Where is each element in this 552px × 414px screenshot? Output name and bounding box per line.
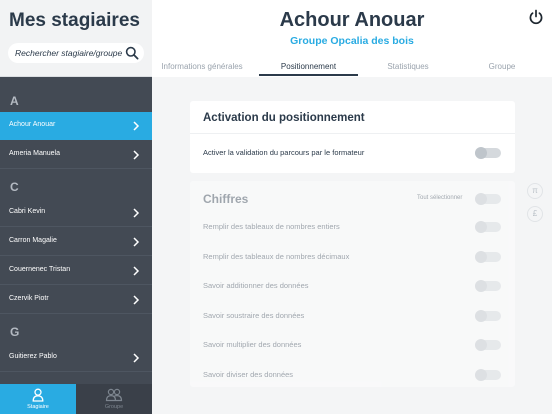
search-icon[interactable]	[125, 46, 139, 60]
section-letter-g: G	[10, 325, 20, 339]
power-icon[interactable]	[528, 9, 544, 25]
skill-label: Savoir additionner des données	[203, 281, 309, 290]
activation-card: Activation du positionnement Activer la …	[190, 101, 515, 173]
chiffres-card: Chiffres Tout sélectionner Remplir des t…	[190, 181, 515, 387]
section-letter-c: C	[10, 180, 19, 194]
list-item-trainee[interactable]: Czervik Piotr	[0, 286, 152, 314]
skill-toggle[interactable]	[475, 310, 501, 322]
list-item-trainee[interactable]: Cabri Kevin	[0, 199, 152, 227]
toggle-knob	[475, 147, 487, 159]
trainee-name: Cabri Kevin	[9, 208, 46, 215]
page-title: Achour Anouar	[279, 9, 425, 31]
trainee-name: Carron Magalie	[9, 237, 57, 244]
toggle-knob	[475, 369, 487, 381]
divider	[190, 133, 515, 134]
group-subtitle: Groupe Opcalia des bois	[290, 35, 414, 47]
activation-label: Activer la validation du parcours par le…	[203, 148, 365, 157]
trainee-name: Ameria Manuela	[9, 150, 60, 157]
section-letter-a: A	[10, 94, 19, 108]
sidebar-bottom-tabs: Stagiaire Groupe	[0, 384, 152, 414]
toggle-knob	[475, 221, 487, 233]
tab-statistiques[interactable]: Statistiques	[358, 62, 458, 76]
list-item-trainee[interactable]: Guitierez Pablo	[0, 344, 152, 372]
chevron-right-icon	[133, 208, 140, 218]
chevron-right-icon	[133, 150, 140, 160]
tab-groupe-main[interactable]: Groupe	[452, 62, 552, 76]
skill-toggle[interactable]	[475, 251, 501, 263]
chevron-right-icon	[133, 121, 140, 131]
select-all-label: Tout sélectionner	[417, 195, 463, 201]
select-all-toggle[interactable]	[475, 193, 501, 205]
sidebar: Mes stagiaires A Achour Anouar Ameria Ma…	[0, 0, 152, 414]
sidebar-header: Mes stagiaires	[0, 0, 152, 77]
person-icon	[32, 388, 44, 402]
list-item-trainee[interactable]: Ameria Manuela	[0, 141, 152, 169]
list-item-trainee[interactable]: Couernenec Tristan	[0, 257, 152, 285]
skill-label: Savoir soustraire des données	[203, 311, 305, 320]
chevron-right-icon	[133, 353, 140, 363]
skill-toggle[interactable]	[475, 221, 501, 233]
tab-informations-generales[interactable]: Informations générales	[152, 62, 252, 76]
activation-title: Activation du positionnement	[203, 112, 365, 124]
trainee-list: A Achour Anouar Ameria Manuela C Cabri K…	[0, 78, 152, 384]
search-box[interactable]	[8, 43, 144, 63]
trainee-name: Guitierez Pablo	[9, 353, 57, 360]
pi-icon[interactable]: π	[527, 183, 543, 199]
pound-icon[interactable]: £	[527, 206, 543, 222]
skill-label: Remplir des tableaux de nombres décimaux	[203, 252, 350, 261]
toggle-knob	[475, 251, 487, 263]
search-input[interactable]	[15, 45, 125, 61]
active-tab-indicator	[259, 74, 358, 76]
skill-label: Savoir multiplier des données	[203, 340, 302, 349]
tab-stagiaire[interactable]: Stagiaire	[0, 384, 76, 414]
trainee-name: Achour Anouar	[9, 121, 56, 128]
tab-label: Stagiaire	[27, 404, 49, 410]
sidebar-title: Mes stagiaires	[9, 10, 140, 31]
list-item-trainee[interactable]: Achour Anouar	[0, 112, 152, 140]
trainee-name: Couernenec Tristan	[9, 266, 71, 273]
toggle-knob	[475, 339, 487, 351]
group-icon	[105, 388, 123, 402]
chevron-right-icon	[133, 237, 140, 247]
chevron-right-icon	[133, 295, 140, 305]
activation-toggle[interactable]	[475, 147, 501, 159]
trainee-name: Czervik Piotr	[9, 295, 49, 302]
toggle-knob	[475, 280, 487, 292]
tab-groupe[interactable]: Groupe	[76, 384, 152, 414]
chevron-right-icon	[133, 266, 140, 276]
skill-toggle[interactable]	[475, 339, 501, 351]
skill-toggle[interactable]	[475, 369, 501, 381]
skill-toggle[interactable]	[475, 280, 501, 292]
skill-label: Remplir des tableaux de nombres entiers	[203, 222, 340, 231]
toggle-knob	[475, 193, 487, 205]
chiffres-title: Chiffres	[203, 192, 249, 206]
toggle-knob	[475, 310, 487, 322]
tab-label: Groupe	[104, 404, 124, 410]
skill-label: Savoir diviser des données	[203, 370, 294, 379]
list-item-trainee[interactable]: Carron Magalie	[0, 228, 152, 256]
